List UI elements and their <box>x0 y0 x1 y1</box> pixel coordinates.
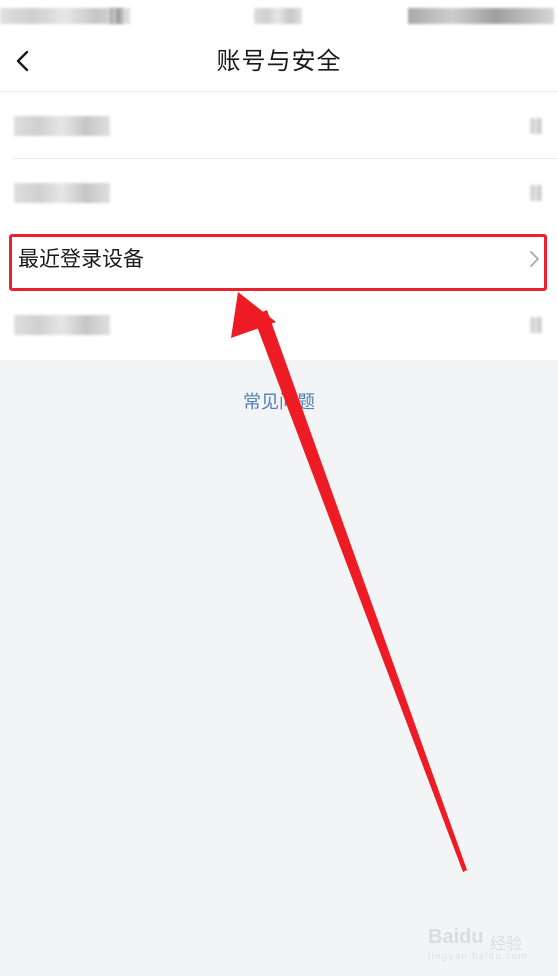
watermark-sub: 经验 <box>490 934 523 953</box>
blurred-label <box>14 183 110 203</box>
status-bar <box>0 0 558 36</box>
blurred-value <box>530 118 542 134</box>
blurred-value <box>530 185 542 201</box>
page-title: 账号与安全 <box>216 47 342 75</box>
list-item-label: 最近登录设备 <box>18 247 144 271</box>
watermark-brand: Baidu <box>428 926 484 948</box>
list-item-recent-login-devices[interactable]: 最近登录设备 <box>0 226 558 293</box>
list-item-blurred-1[interactable] <box>0 92 558 159</box>
navigation-bar: 账号与安全 <box>0 36 558 92</box>
status-bar-battery-blurred <box>408 8 554 24</box>
list-item-blurred-3[interactable] <box>0 293 558 360</box>
status-bar-carrier-blurred <box>254 8 302 24</box>
baidu-watermark: Baidu 经验 jingyan.baidu.com <box>428 912 548 968</box>
blurred-label <box>14 315 110 335</box>
blurred-label <box>14 116 110 136</box>
blurred-value <box>530 317 542 333</box>
settings-list: 最近登录设备 <box>0 92 558 360</box>
faq-link[interactable]: 常见问题 <box>0 388 558 414</box>
chevron-right-icon <box>530 251 539 267</box>
watermark-url: jingyan.baidu.com <box>428 952 529 962</box>
list-item-blurred-2[interactable] <box>0 159 558 226</box>
status-bar-signal-blurred <box>110 8 124 24</box>
